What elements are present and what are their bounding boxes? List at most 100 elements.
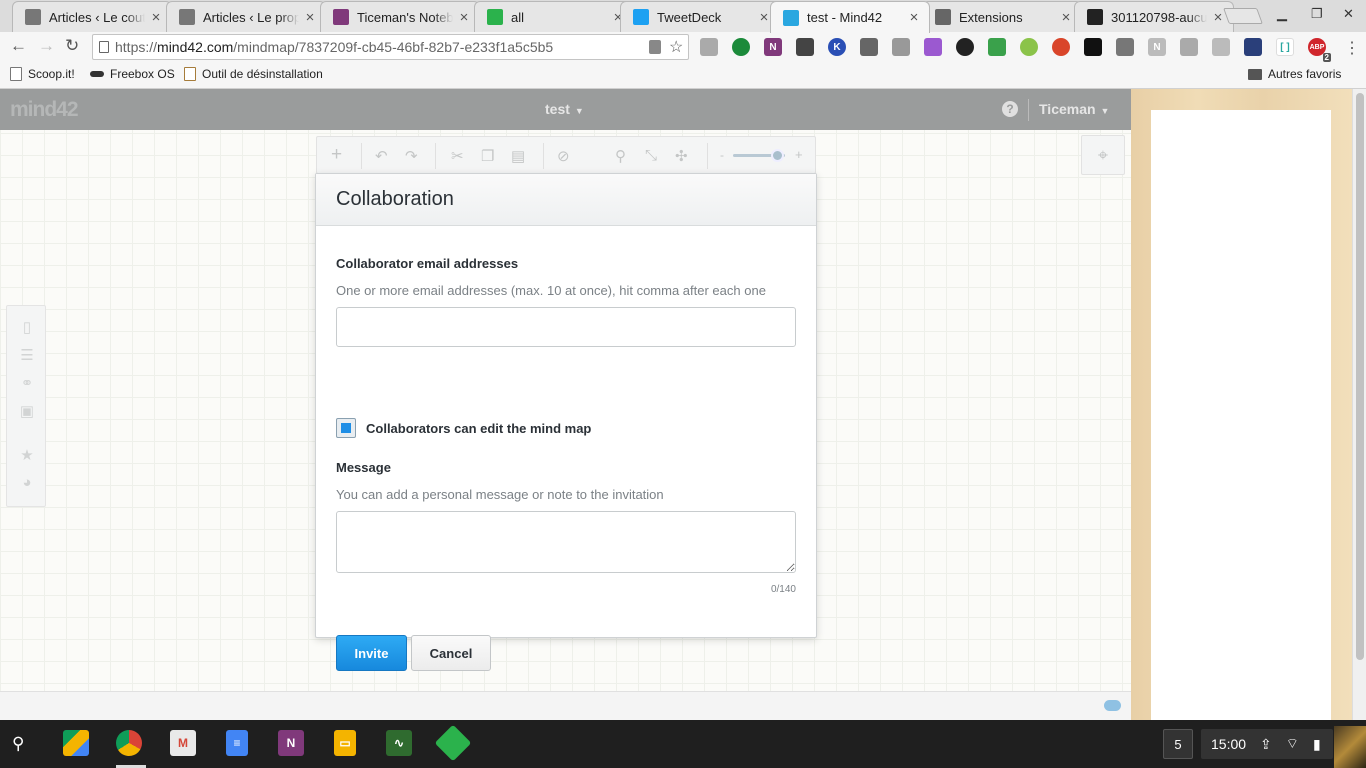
note-icon[interactable]: ▯ [7, 318, 47, 336]
twitter-icon [633, 9, 649, 25]
close-tab-icon[interactable]: × [757, 9, 771, 26]
zoom-slider-handle[interactable] [771, 149, 785, 162]
browser-tab[interactable]: Articles ‹ Le couteau× [12, 1, 172, 32]
user-avatar[interactable] [1334, 726, 1366, 768]
message-textarea[interactable] [336, 511, 796, 573]
adblock-extension-icon[interactable]: ABP 2 [1308, 38, 1331, 62]
browser-tab[interactable]: test - Mind42 × [770, 1, 930, 33]
mind42-logo[interactable]: mind42 [10, 98, 79, 122]
search-icon[interactable]: ⚲ [615, 147, 626, 165]
invite-button[interactable]: Invite [336, 635, 407, 671]
brackets-extension-icon[interactable]: [ ] [1276, 38, 1294, 56]
n-extension-icon[interactable]: N [1148, 38, 1166, 56]
map-title-menu[interactable]: test ▼ [545, 101, 584, 117]
scrollbar-thumb[interactable] [1356, 93, 1364, 660]
page-info-icon[interactable] [99, 41, 109, 53]
add-node-icon[interactable]: + [331, 144, 342, 166]
page-scrollbar[interactable] [1352, 89, 1366, 720]
blocked-content-icon[interactable] [649, 40, 661, 54]
green-dot-extension-icon[interactable] [1020, 38, 1038, 56]
k-extension-icon[interactable]: K [828, 38, 846, 56]
user-menu[interactable]: Ticeman ▼ [1039, 101, 1109, 117]
color-wheel-extension-icon[interactable] [956, 38, 974, 56]
delete-icon[interactable]: ⊘ [557, 147, 570, 165]
expand-icon[interactable]: ✣ [675, 147, 688, 165]
cut-icon[interactable]: ✂ [451, 147, 464, 165]
tab-title: TweetDeck [657, 9, 722, 25]
stamp-extension-icon[interactable] [860, 38, 878, 56]
collapse-icon[interactable]: ⤡ [645, 147, 657, 164]
paste-icon[interactable]: ▤ [511, 147, 525, 165]
close-tab-icon[interactable]: × [303, 9, 317, 26]
paw-extension-icon[interactable] [700, 38, 718, 56]
system-tray[interactable]: 15:00 ⇪ ⌔ ▮ [1201, 729, 1333, 759]
can-edit-option[interactable]: Collaborators can edit the mind map [336, 418, 591, 438]
chrome-cast-extension-icon[interactable] [1052, 38, 1070, 56]
close-tab-icon[interactable]: × [1211, 9, 1225, 26]
browser-tab[interactable]: Ticeman's Notebook× [320, 1, 480, 32]
chrome-menu-icon[interactable]: ⋮ [1344, 38, 1360, 58]
browser-tab[interactable]: TweetDeck × [620, 1, 780, 32]
chrome-icon[interactable] [116, 730, 142, 756]
fish-extension-icon[interactable] [1084, 38, 1102, 56]
other-bookmarks[interactable]: Autres favoris [1248, 67, 1341, 81]
close-tab-icon[interactable]: × [907, 9, 921, 26]
onenote-icon [333, 9, 349, 25]
reload-icon[interactable]: ↻ [65, 36, 79, 56]
redo-icon[interactable]: ↷ [405, 147, 418, 165]
book-extension-icon[interactable] [1244, 38, 1262, 56]
back-icon[interactable]: ← [10, 36, 27, 56]
launcher-search-icon[interactable]: ⚲ [12, 734, 32, 754]
close-tab-icon[interactable]: × [149, 9, 163, 26]
google-drive-icon[interactable] [63, 730, 89, 756]
browser-tab[interactable]: all × [474, 1, 634, 32]
zoom-out-icon[interactable]: - [720, 148, 724, 162]
close-tab-icon[interactable]: × [457, 9, 471, 26]
forward-icon[interactable]: → [38, 36, 55, 56]
film-extension-icon[interactable] [796, 38, 814, 56]
image-icon[interactable]: ▣ [7, 402, 47, 420]
notification-count[interactable]: 5 [1163, 729, 1193, 759]
cancel-button[interactable]: Cancel [411, 635, 491, 671]
gmail-icon[interactable]: M [170, 730, 196, 756]
link-icon[interactable]: ⚭ [7, 374, 47, 392]
google-docs-icon[interactable]: ≡ [226, 730, 248, 756]
browser-tab[interactable]: Articles ‹ Le propre× [166, 1, 326, 32]
feather-extension-icon[interactable] [924, 38, 942, 56]
copy-icon[interactable]: ❐ [481, 147, 494, 165]
evernote-extension-icon[interactable] [732, 38, 750, 56]
undo-icon[interactable]: ↶ [375, 147, 388, 165]
browser-tab[interactable]: 301120798-aucune× [1074, 1, 1234, 32]
center-map-icon[interactable]: ⌖ [1081, 135, 1125, 175]
email-input[interactable] [336, 307, 796, 347]
close-tab-icon[interactable]: × [1059, 9, 1073, 26]
feedly-icon[interactable] [434, 724, 472, 762]
bookmark-scoopit[interactable]: Scoop.it! [10, 67, 75, 81]
star-icon[interactable]: ★ [7, 446, 47, 464]
dashboard-extension-icon[interactable] [1180, 38, 1198, 56]
pen-extension-icon[interactable] [1116, 38, 1134, 56]
onenote-icon[interactable]: N [278, 730, 304, 756]
maximize-icon[interactable]: ❐ [1311, 6, 1323, 22]
bookmark-star-icon[interactable]: ☆ [669, 37, 683, 57]
address-bar[interactable]: https://mind42.com/mindmap/7837209f-cb45… [92, 34, 689, 60]
help-icon[interactable]: ? [1002, 101, 1018, 117]
list-icon[interactable]: ☰ [7, 346, 47, 364]
clock: 15:00 [1211, 736, 1247, 752]
bookmark-freebox[interactable]: Freebox OS [90, 67, 175, 81]
caret-down-icon: ▼ [574, 106, 584, 116]
palette-icon[interactable]: ◕ [7, 474, 47, 491]
new-tab-button[interactable] [1223, 8, 1263, 24]
can-edit-checkbox[interactable] [336, 418, 356, 438]
bookmark-uninstall-tool[interactable]: Outil de désinstallation [184, 67, 324, 81]
google-slides-icon[interactable]: ▭ [334, 730, 356, 756]
browser-tab[interactable]: Extensions × [922, 1, 1082, 32]
close-window-icon[interactable]: ✕ [1343, 6, 1354, 22]
onenote-extension-icon[interactable]: N [764, 38, 782, 56]
rss-extension-icon[interactable] [1212, 38, 1230, 56]
print-extension-icon[interactable] [988, 38, 1006, 56]
zoom-in-icon[interactable]: + [795, 147, 803, 162]
camera-extension-icon[interactable] [892, 38, 910, 56]
caret-app-icon[interactable]: ∿ [386, 730, 412, 756]
minimize-icon[interactable]: ▁ [1277, 6, 1287, 22]
